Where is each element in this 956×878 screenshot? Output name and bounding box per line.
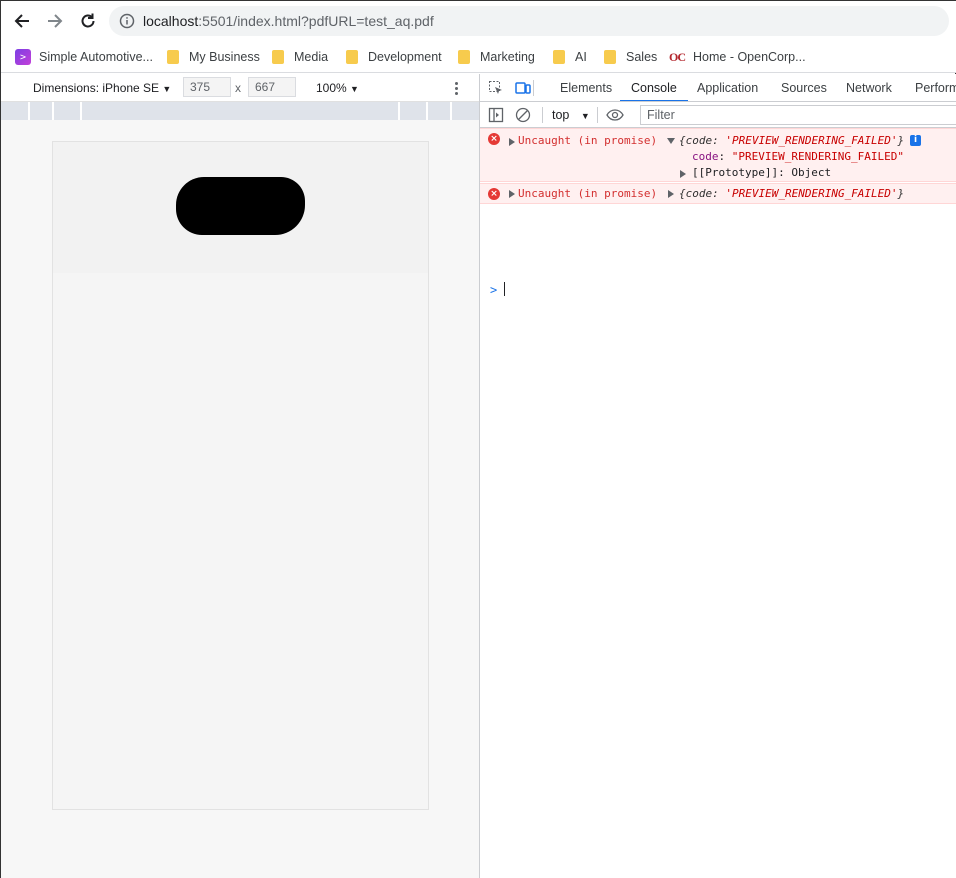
sidebar-toggle-icon[interactable] bbox=[488, 107, 504, 123]
tab-sources[interactable]: Sources bbox=[781, 74, 827, 101]
tab-application[interactable]: Application bbox=[697, 74, 758, 101]
console-toolbar: top ▼ Filter bbox=[480, 102, 956, 128]
inspect-element-icon[interactable] bbox=[488, 80, 504, 96]
media-query-ruler[interactable] bbox=[1, 102, 479, 120]
page-header bbox=[53, 142, 428, 273]
arrow-right-icon bbox=[48, 14, 63, 28]
zoom-select[interactable]: 100% ▼ bbox=[316, 81, 359, 95]
caret-down-icon: ▼ bbox=[580, 111, 590, 121]
folder-icon bbox=[167, 50, 179, 64]
collapse-arrow-icon[interactable] bbox=[667, 138, 675, 144]
times-label: x bbox=[235, 81, 241, 95]
arrow-left-icon bbox=[14, 14, 29, 28]
bookmark-my-business[interactable]: My Business bbox=[167, 48, 260, 66]
error-object-summary[interactable]: {code: 'PREVIEW_RENDERING_FAILED'} bbox=[679, 187, 904, 200]
bookmark-sales[interactable]: Sales bbox=[604, 48, 657, 66]
bookmark-ai[interactable]: AI bbox=[553, 48, 587, 66]
height-input[interactable]: 667 bbox=[248, 77, 296, 97]
ruler-segment[interactable] bbox=[400, 102, 428, 120]
folder-icon bbox=[346, 50, 358, 64]
object-property: code: "PREVIEW_RENDERING_FAILED" bbox=[692, 150, 904, 163]
forward-button[interactable] bbox=[43, 9, 67, 33]
bookmarks-bar: > Simple Automotive... My Business Media … bbox=[1, 41, 956, 73]
folder-icon bbox=[604, 50, 616, 64]
expand-arrow-icon[interactable] bbox=[509, 190, 515, 198]
error-object-summary[interactable]: {code: 'PREVIEW_RENDERING_FAILED'} bbox=[679, 134, 904, 147]
console-output: × Uncaught (in promise) {code: 'PREVIEW_… bbox=[480, 128, 956, 878]
folder-icon bbox=[458, 50, 470, 64]
more-options-icon[interactable] bbox=[451, 78, 461, 98]
console-prompt-icon: > bbox=[490, 283, 498, 297]
error-prefix: Uncaught (in promise) bbox=[518, 187, 658, 200]
tab-elements[interactable]: Elements bbox=[560, 74, 612, 101]
app-icon: > bbox=[15, 49, 31, 65]
ruler-segment[interactable] bbox=[82, 102, 400, 120]
ruler-segment[interactable] bbox=[428, 102, 452, 120]
expand-arrow-icon[interactable] bbox=[668, 190, 674, 198]
redacted-logo bbox=[176, 177, 305, 235]
separator bbox=[533, 80, 534, 96]
error-prefix: Uncaught (in promise) bbox=[518, 134, 658, 147]
ruler-segment[interactable] bbox=[54, 102, 82, 120]
ruler-segment[interactable] bbox=[1, 102, 30, 120]
bookmark-marketing[interactable]: Marketing bbox=[458, 48, 535, 66]
folder-icon bbox=[272, 50, 284, 64]
expand-arrow-icon[interactable] bbox=[680, 170, 686, 178]
filter-input[interactable]: Filter bbox=[640, 105, 956, 125]
ruler-segment[interactable] bbox=[30, 102, 54, 120]
error-icon: × bbox=[488, 188, 500, 200]
context-select[interactable]: top ▼ bbox=[552, 108, 590, 122]
error-icon: × bbox=[488, 133, 500, 145]
tab-console[interactable]: Console bbox=[620, 74, 688, 101]
expand-arrow-icon[interactable] bbox=[509, 138, 515, 146]
url-text: localhost:5501/index.html?pdfURL=test_aq… bbox=[143, 13, 434, 29]
info-icon[interactable] bbox=[119, 13, 135, 29]
browser-toolbar: localhost:5501/index.html?pdfURL=test_aq… bbox=[1, 1, 956, 41]
tab-network[interactable]: Network bbox=[846, 74, 892, 101]
oc-logo-icon: OC bbox=[669, 49, 686, 64]
eye-icon[interactable] bbox=[606, 107, 624, 123]
device-toggle-icon[interactable] bbox=[515, 80, 531, 96]
console-error-message: × Uncaught (in promise) {code: 'PREVIEW_… bbox=[480, 183, 956, 204]
caret-down-icon: ▼ bbox=[162, 84, 172, 94]
width-input[interactable]: 375 bbox=[183, 77, 231, 97]
tab-performance[interactable]: Perform bbox=[915, 74, 956, 101]
clear-console-icon[interactable] bbox=[515, 107, 531, 123]
caret-down-icon: ▼ bbox=[350, 84, 359, 94]
reload-icon bbox=[81, 13, 95, 28]
device-select[interactable]: Dimensions: iPhone SE ▼ bbox=[33, 81, 171, 95]
device-toolbar: Dimensions: iPhone SE ▼ 375 x 667 100% ▼ bbox=[1, 74, 479, 102]
separator bbox=[542, 107, 543, 123]
reload-button[interactable] bbox=[76, 9, 100, 33]
devtools-tabbar: Elements Console Application Sources Net… bbox=[480, 74, 956, 102]
address-bar[interactable]: localhost:5501/index.html?pdfURL=test_aq… bbox=[109, 6, 949, 36]
object-prototype[interactable]: [[Prototype]]: Object bbox=[692, 166, 831, 179]
devtools-panel: Elements Console Application Sources Net… bbox=[480, 74, 956, 878]
back-button[interactable] bbox=[10, 9, 34, 33]
bookmark-media[interactable]: Media bbox=[272, 48, 328, 66]
folder-icon bbox=[553, 50, 565, 64]
bookmark-simple-automotive[interactable]: > Simple Automotive... bbox=[15, 48, 153, 66]
info-badge-icon[interactable]: i bbox=[910, 135, 921, 146]
bookmark-opencorp[interactable]: OC Home - OpenCorp... bbox=[669, 48, 806, 66]
console-error-message: × Uncaught (in promise) {code: 'PREVIEW_… bbox=[480, 128, 956, 182]
device-emulation-pane: Dimensions: iPhone SE ▼ 375 x 667 100% ▼ bbox=[1, 74, 479, 878]
separator bbox=[597, 107, 598, 123]
emulated-viewport[interactable] bbox=[52, 141, 429, 810]
bookmark-development[interactable]: Development bbox=[346, 48, 442, 66]
console-input-caret[interactable] bbox=[504, 282, 505, 296]
